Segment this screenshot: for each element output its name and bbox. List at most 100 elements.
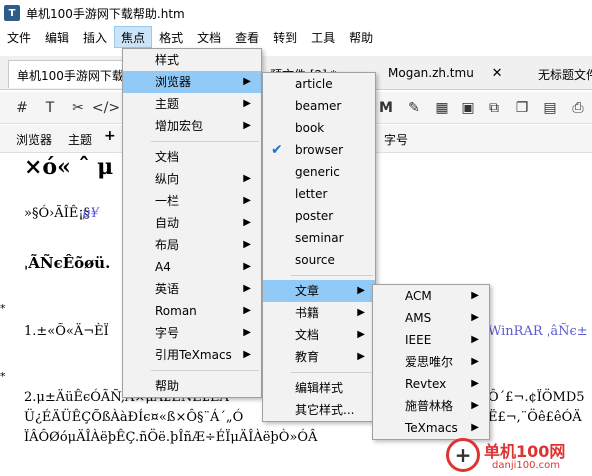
menu-insert[interactable]: 插入	[76, 26, 114, 48]
menu-item-browser[interactable]: 浏览器 ▶	[123, 71, 261, 93]
menu-item-language[interactable]: 英语 ▶	[123, 278, 261, 300]
window-title: 单机100手游网下载帮助.htm	[26, 6, 185, 21]
article-ieee[interactable]: IEEE ▶	[373, 329, 489, 351]
menu-separator	[151, 370, 259, 371]
menu-item-label: 自动	[155, 216, 180, 230]
menu-item-font-size[interactable]: 字号 ▶	[123, 322, 261, 344]
tab-label: 单机100手游网下载	[17, 69, 124, 83]
print-icon[interactable]: ⎙	[568, 98, 588, 118]
pen-icon[interactable]: ✎	[404, 98, 424, 118]
menu-focus[interactable]: 焦点	[114, 26, 153, 48]
tab-untitled[interactable]: 无标题文件	[530, 60, 592, 88]
menu-item-book-category[interactable]: 书籍 ▶	[263, 302, 375, 324]
save-icon[interactable]: ▤	[540, 98, 560, 118]
close-icon[interactable]: ✕	[492, 66, 503, 81]
article-ams[interactable]: AMS ▶	[373, 307, 489, 329]
browser-style-dropdown[interactable]: 浏览器	[16, 131, 52, 148]
grid-icon[interactable]: #	[12, 98, 32, 118]
style-article[interactable]: article	[263, 73, 375, 95]
style-seminar[interactable]: seminar	[263, 227, 375, 249]
menu-item-document[interactable]: 文档	[123, 146, 261, 168]
texmacs-app-icon: T	[4, 5, 20, 21]
menu-item-help[interactable]: 帮助	[123, 375, 261, 397]
menu-item-other-styles[interactable]: 其它样式...	[263, 399, 375, 421]
article-springer[interactable]: 施普林格 ▶	[373, 395, 489, 417]
copy-icon[interactable]: ❐	[512, 98, 532, 118]
menu-item-label: 一栏	[155, 194, 180, 208]
bullet-marker: *	[0, 302, 6, 315]
style-poster[interactable]: poster	[263, 205, 375, 227]
menu-item-edit-style[interactable]: 编辑样式	[263, 377, 375, 399]
menu-item-label: poster	[295, 209, 334, 223]
menu-item-style[interactable]: 样式	[123, 49, 261, 71]
submenu-arrow-icon: ▶	[243, 349, 251, 360]
link-icon[interactable]: ⧉	[484, 98, 504, 118]
bullet-marker: *	[0, 370, 6, 383]
style-letter[interactable]: letter	[263, 183, 375, 205]
menu-item-label: ACM	[405, 289, 432, 303]
menu-item-article-category[interactable]: 文章 ▶	[263, 280, 375, 302]
menu-item-layout[interactable]: 布局 ▶	[123, 234, 261, 256]
menu-item-label: 其它样式...	[295, 403, 355, 417]
submenu-arrow-icon: ▶	[243, 76, 251, 87]
watermark-logo: + 单机100网 danji100.com	[446, 436, 590, 474]
doc-link[interactable]: μ¥	[82, 206, 99, 221]
style-browser[interactable]: ✔ browser	[263, 139, 375, 161]
submenu-arrow-icon: ▶	[357, 307, 365, 318]
menu-item-label: 增加宏包	[155, 119, 204, 133]
doc-line: Ô´£¬.¢ÏÖMD5	[488, 390, 585, 405]
math-icon[interactable]: M	[376, 98, 396, 118]
menu-item-font[interactable]: Roman ▶	[123, 300, 261, 322]
plus-icon[interactable]: +	[104, 128, 116, 144]
article-acm[interactable]: ACM ▶	[373, 285, 489, 307]
menu-go[interactable]: 转到	[266, 26, 304, 48]
menu-item-orientation[interactable]: 纵向 ▶	[123, 168, 261, 190]
menu-separator	[291, 372, 373, 373]
menu-tools[interactable]: 工具	[304, 26, 342, 48]
menu-item-label: 帮助	[155, 379, 180, 393]
submenu-arrow-icon: ▶	[243, 195, 251, 206]
menu-file[interactable]: 文件	[0, 26, 38, 48]
text-icon[interactable]: T	[40, 98, 60, 118]
article-revtex[interactable]: Revtex ▶	[373, 373, 489, 395]
tab-help-file[interactable]: 单机100手游网下载	[8, 60, 133, 88]
menu-item-columns[interactable]: 一栏 ▶	[123, 190, 261, 212]
menu-item-education-category[interactable]: 教育 ▶	[263, 346, 375, 368]
font-size-dropdown[interactable]: 字号	[384, 131, 408, 148]
menu-item-label: 引用TeXmacs	[155, 348, 232, 362]
style-book[interactable]: book	[263, 117, 375, 139]
submenu-arrow-icon: ▶	[243, 120, 251, 131]
menu-item-label: 英语	[155, 282, 180, 296]
menu-item-document-category[interactable]: 文档 ▶	[263, 324, 375, 346]
menu-help[interactable]: 帮助	[342, 26, 380, 48]
tab-mogan[interactable]: Mogan.zh.tmu ✕	[380, 60, 511, 88]
menu-item-add-package[interactable]: 增加宏包 ▶	[123, 115, 261, 137]
cut-icon[interactable]: ✂	[68, 98, 88, 118]
style-source[interactable]: source	[263, 249, 375, 271]
doc-line: ÏÂÔØóμÄÎÀëþÊÇ.ñÖë.þÎñÆ÷ÉÏμÄÎÀëþÒ»ÓÂ	[24, 430, 318, 445]
menu-format[interactable]: 格式	[152, 26, 190, 48]
style-beamer[interactable]: beamer	[263, 95, 375, 117]
menu-item-theme[interactable]: 主题 ▶	[123, 93, 261, 115]
article-elsevier[interactable]: 爱思唯尔 ▶	[373, 351, 489, 373]
menu-item-label: generic	[295, 165, 340, 179]
menu-item-label: browser	[295, 143, 344, 157]
menu-item-cite-texmacs[interactable]: 引用TeXmacs ▶	[123, 344, 261, 366]
theme-dropdown[interactable]: 主题	[68, 131, 92, 148]
doc-link[interactable]: WinRAR ˌâÑє±	[488, 324, 588, 339]
image-icon[interactable]: ▣	[458, 98, 478, 118]
menu-item-label: 文档	[155, 150, 180, 164]
submenu-arrow-icon: ▶	[243, 239, 251, 250]
menu-item-label: 纵向	[155, 172, 180, 186]
code-icon[interactable]: </>	[92, 98, 120, 118]
doc-line: Ü¿ÉÄÜÊÇÕßÀàÐÍє¤«ß×Ô§¨Á´„Ó	[24, 410, 244, 425]
table-icon[interactable]: ▦	[432, 98, 452, 118]
style-generic[interactable]: generic	[263, 161, 375, 183]
menu-view[interactable]: 查看	[228, 26, 266, 48]
menu-edit[interactable]: 编辑	[38, 26, 76, 48]
menu-item-paper-size[interactable]: A4 ▶	[123, 256, 261, 278]
menu-document[interactable]: 文档	[190, 26, 228, 48]
submenu-arrow-icon: ▶	[471, 378, 479, 389]
menu-item-auto[interactable]: 自动 ▶	[123, 212, 261, 234]
doc-line: »§Ó›ÃÎÊ¡§	[24, 206, 91, 221]
